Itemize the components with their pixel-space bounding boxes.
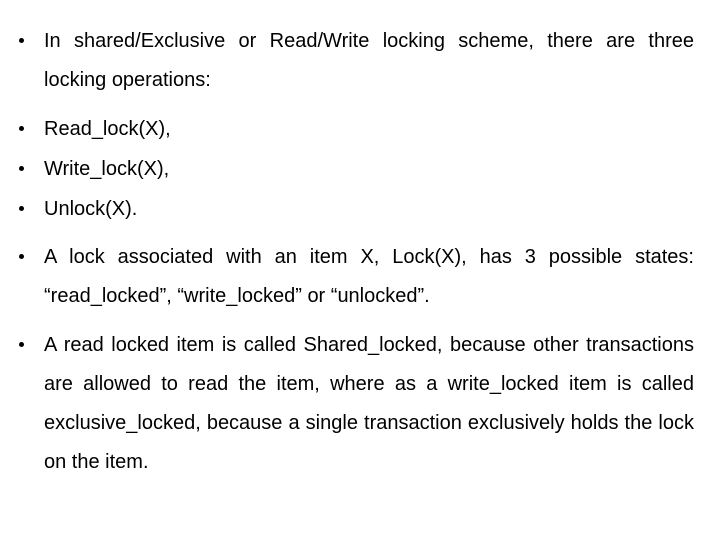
- bullet-marker-icon: [19, 110, 31, 149]
- bullet-text: Write_lock(X),: [44, 158, 170, 180]
- slide-bullet-list: In shared/Exclusive or Read/Write lockin…: [0, 22, 720, 482]
- list-item: Unlock(X).: [0, 190, 720, 229]
- list-item: Write_lock(X),: [0, 150, 720, 189]
- bullet-text: Unlock(X).: [44, 198, 138, 220]
- bullet-marker-icon: [19, 238, 31, 277]
- slide-canvas: In shared/Exclusive or Read/Write lockin…: [0, 0, 720, 540]
- bullet-text: Read_lock(X),: [44, 118, 171, 140]
- list-item: A read locked item is called Shared_lock…: [0, 326, 720, 482]
- list-item: A lock associated with an item X, Lock(X…: [0, 238, 720, 316]
- bullet-text: In shared/Exclusive or Read/Write lockin…: [44, 30, 694, 91]
- bullet-text: A lock associated with an item X, Lock(X…: [44, 246, 694, 307]
- bullet-marker-icon: [19, 150, 31, 189]
- bullet-marker-icon: [19, 190, 31, 229]
- bullet-marker-icon: [19, 326, 31, 365]
- bullet-marker-icon: [19, 22, 31, 61]
- list-item: Read_lock(X),: [0, 110, 720, 149]
- bullet-text: A read locked item is called Shared_lock…: [44, 334, 694, 473]
- list-item: In shared/Exclusive or Read/Write lockin…: [0, 22, 720, 100]
